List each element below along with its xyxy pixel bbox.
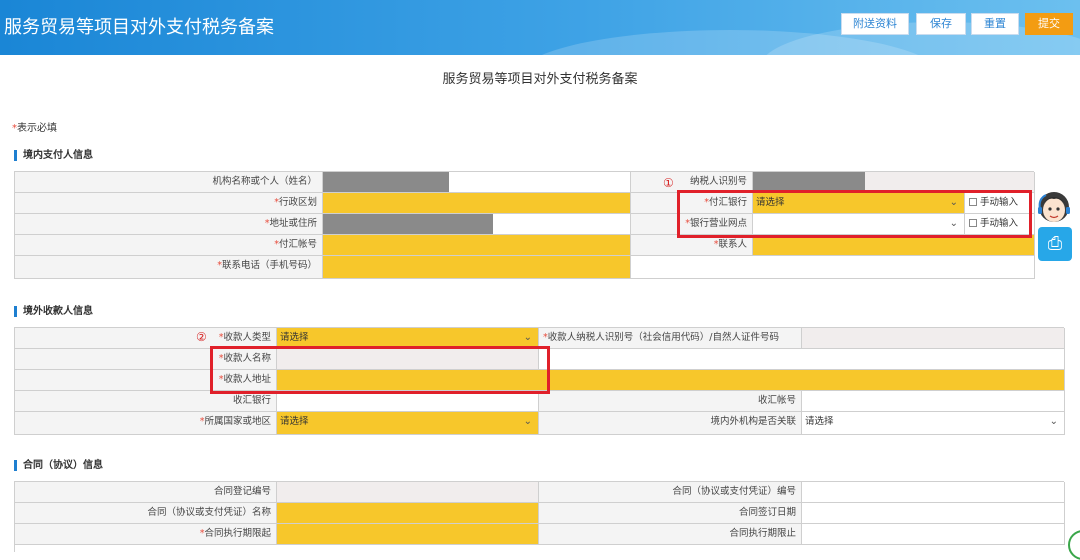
required-note: *表示必填 bbox=[12, 119, 57, 134]
contract-reg-no-field[interactable] bbox=[277, 482, 539, 503]
contract-name-field[interactable] bbox=[277, 503, 539, 524]
contact-field[interactable] bbox=[753, 235, 1035, 256]
address-label-text: 地址或住所 bbox=[269, 218, 317, 229]
address-label: *地址或住所 bbox=[15, 214, 323, 235]
submit-button[interactable]: 提交 bbox=[1025, 13, 1073, 35]
sign-date-field[interactable] bbox=[802, 503, 1065, 524]
page-title: 服务贸易等项目对外支付税务备案 bbox=[442, 72, 638, 87]
org-name-label: 机构名称或个人（姓名） bbox=[15, 172, 323, 193]
empty-cell bbox=[539, 349, 1065, 370]
empty-cell bbox=[631, 256, 1035, 279]
pay-account-label-text: 付汇帐号 bbox=[278, 239, 317, 250]
annotation-marker-1: ① bbox=[663, 176, 674, 190]
receive-bank-field[interactable] bbox=[277, 391, 539, 412]
address-field[interactable] bbox=[323, 214, 631, 235]
payee-tax-id-field[interactable] bbox=[802, 328, 1065, 349]
contract-end-label: 合同执行期限止 bbox=[539, 524, 802, 545]
contract-table: 合同登记编号 合同（协议或支付凭证）编号 合同（协议或支付凭证）名称 合同签订日… bbox=[14, 481, 1065, 552]
admin-region-label-text: 行政区划 bbox=[278, 197, 317, 208]
admin-region-label: *行政区划 bbox=[15, 193, 323, 214]
receive-bank-label: 收汇银行 bbox=[15, 391, 277, 412]
country-label: *所属国家或地区 bbox=[15, 412, 277, 435]
address-value-redacted bbox=[323, 214, 493, 234]
highlight-box-bank bbox=[677, 190, 1032, 238]
save-button[interactable]: 保存 bbox=[916, 13, 966, 35]
section-title-domestic-payer: 境内支付人信息 bbox=[14, 150, 93, 161]
payee-type-label-text: 收款人类型 bbox=[223, 332, 271, 343]
contract-name-label: 合同（协议或支付凭证）名称 bbox=[15, 503, 277, 524]
section-title-contract: 合同（协议）信息 bbox=[14, 460, 103, 471]
chevron-down-icon: ⌄ bbox=[1049, 416, 1058, 427]
document-search-icon[interactable]: ⎙ bbox=[1038, 227, 1072, 261]
required-note-text: 表示必填 bbox=[17, 123, 57, 134]
reset-button[interactable]: 重置 bbox=[971, 13, 1019, 35]
annotation-marker-2: ② bbox=[196, 330, 207, 344]
contract-no-label: 合同（协议或支付凭证）编号 bbox=[539, 482, 802, 503]
tax-id-value-redacted bbox=[753, 172, 865, 192]
top-bar: 服务贸易等项目对外支付税务备案 附送资料 保存 重置 提交 bbox=[0, 0, 1080, 55]
contract-start-label: *合同执行期限起 bbox=[15, 524, 277, 545]
contact-label-text: 联系人 bbox=[718, 239, 747, 250]
related-select[interactable]: 请选择 ⌄ bbox=[802, 412, 1065, 435]
related-select-value: 请选择 bbox=[805, 416, 834, 427]
contract-start-label-text: 合同执行期限起 bbox=[204, 528, 271, 539]
section-title-overseas-payee: 境外收款人信息 bbox=[14, 306, 93, 317]
phone-field[interactable] bbox=[323, 256, 631, 279]
chevron-down-icon: ⌄ bbox=[523, 416, 532, 427]
contract-start-field[interactable] bbox=[277, 524, 539, 545]
country-label-text: 所属国家或地区 bbox=[204, 416, 271, 427]
pay-account-label: *付汇帐号 bbox=[15, 235, 323, 256]
attach-button[interactable]: 附送资料 bbox=[841, 13, 909, 35]
app-title: 服务贸易等项目对外支付税务备案 bbox=[4, 17, 274, 38]
org-name-value-redacted bbox=[323, 172, 449, 192]
corner-widget[interactable] bbox=[1068, 530, 1080, 560]
payee-type-select-value: 请选择 bbox=[280, 332, 309, 343]
contract-no-field[interactable] bbox=[802, 482, 1065, 503]
phone-label: *联系电话（手机号码） bbox=[15, 256, 323, 279]
receive-account-field[interactable] bbox=[802, 391, 1065, 412]
receive-account-label: 收汇帐号 bbox=[539, 391, 802, 412]
related-label: 境内外机构是否关联 bbox=[539, 412, 802, 435]
payee-tax-id-label-text: 收款人纳税人识别号（社会信用代码）/自然人证件号码 bbox=[547, 332, 779, 343]
contact-label: *联系人 bbox=[631, 235, 753, 256]
admin-region-field[interactable] bbox=[323, 193, 631, 214]
contract-reg-no-label: 合同登记编号 bbox=[15, 482, 277, 503]
contract-end-field[interactable] bbox=[802, 524, 1065, 545]
country-select[interactable]: 请选择 ⌄ bbox=[277, 412, 539, 435]
highlight-box-payee bbox=[210, 346, 550, 394]
pay-account-field[interactable] bbox=[323, 235, 631, 256]
sign-date-label: 合同签订日期 bbox=[539, 503, 802, 524]
country-select-value: 请选择 bbox=[280, 416, 309, 427]
payee-tax-id-label: *收款人纳税人识别号（社会信用代码）/自然人证件号码 bbox=[539, 328, 802, 349]
assistant-avatar-icon[interactable] bbox=[1032, 187, 1076, 227]
org-name-field[interactable] bbox=[323, 172, 631, 193]
chevron-down-icon: ⌄ bbox=[523, 332, 532, 343]
phone-label-text: 联系电话（手机号码） bbox=[221, 260, 317, 271]
